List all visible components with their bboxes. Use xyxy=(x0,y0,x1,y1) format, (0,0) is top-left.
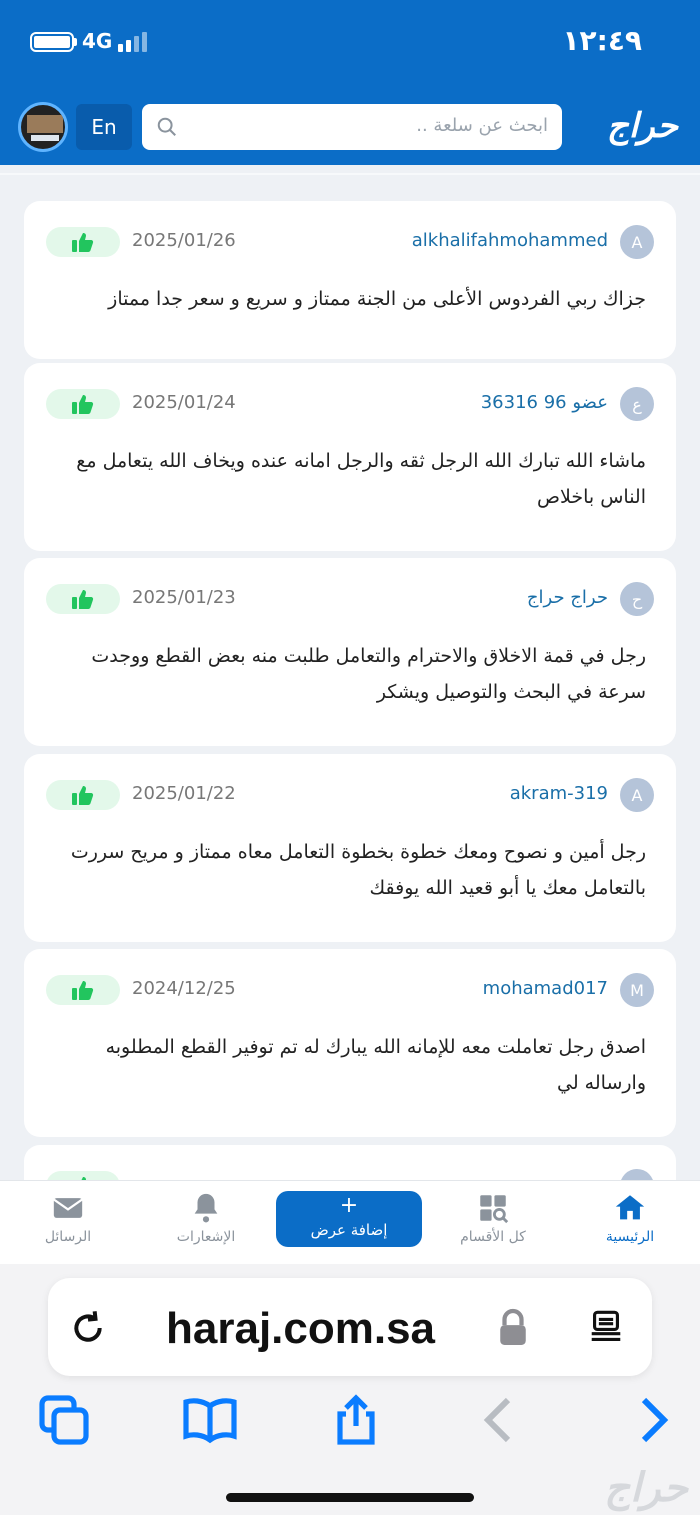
review-avatar[interactable]: A xyxy=(620,225,654,259)
url-text[interactable]: haraj.com.sa xyxy=(166,1304,435,1354)
language-button[interactable]: En xyxy=(76,104,132,150)
review-date: 2025/01/23 xyxy=(132,587,236,608)
envelope-icon xyxy=(53,1198,83,1218)
browser-chrome: haraj.com.sa حراج xyxy=(0,1264,700,1515)
share-icon[interactable] xyxy=(328,1392,384,1448)
review-card[interactable]: 2025/01/24 عضو 96 36316 ع ماشاء الله تبارك … xyxy=(24,363,676,551)
signal-icon xyxy=(118,32,147,52)
review-text: رجل في قمة الاخلاق والاحترام والتعامل طل… xyxy=(91,645,646,703)
review-username[interactable]: حراج حراج xyxy=(527,587,608,608)
watermark-logo: حراج xyxy=(604,1464,688,1511)
tabs-icon[interactable] xyxy=(36,1392,92,1448)
review-card[interactable]: 2025/01/23 حراج حراج ح رجل في قمة الاخلاق و… xyxy=(24,558,676,746)
network-type: 4G xyxy=(82,29,113,53)
app-header: 4G ١٢:٤٩ En ابحث عن سلعة .. حراج xyxy=(0,0,700,165)
like-badge xyxy=(46,389,120,419)
review-text: ماشاء الله تبارك الله الرجل ثقه والرجل ا… xyxy=(76,450,646,508)
thumbs-up-icon xyxy=(72,786,94,805)
review-text: رجل أمين و نصوح ومعك خطوة بخطوة التعامل … xyxy=(70,841,646,899)
review-avatar[interactable]: ع xyxy=(620,387,654,421)
search-icon xyxy=(157,117,176,136)
nav-messages[interactable]: الرسائل xyxy=(8,1191,128,1257)
thumbs-up-icon xyxy=(72,981,94,1000)
categories-icon xyxy=(480,1195,509,1224)
add-offer-button[interactable]: + إضافة عرض xyxy=(276,1191,422,1247)
address-bar[interactable]: haraj.com.sa xyxy=(48,1278,652,1376)
home-indicator xyxy=(226,1493,474,1502)
review-card[interactable]: 2025/01/26 alkhalifahmohammed A جزاك ربي ال… xyxy=(24,201,676,359)
forward-icon[interactable] xyxy=(624,1392,680,1448)
search-input[interactable]: ابحث عن سلعة .. xyxy=(142,104,562,150)
review-avatar[interactable] xyxy=(620,1169,654,1180)
review-date: 2025/01/24 xyxy=(132,392,236,413)
reload-icon[interactable] xyxy=(68,1308,108,1348)
like-badge xyxy=(46,1171,120,1180)
back-icon[interactable] xyxy=(472,1392,528,1448)
review-date: 2025/01/22 xyxy=(132,783,236,804)
like-badge xyxy=(46,584,120,614)
review-avatar[interactable]: M xyxy=(620,973,654,1007)
bookmarks-icon[interactable] xyxy=(182,1392,238,1448)
like-badge xyxy=(46,780,120,810)
nav-categories[interactable]: كل الأقسام xyxy=(433,1191,553,1257)
nav-home[interactable]: الرئيسية xyxy=(570,1191,690,1257)
status-time: ١٢:٤٩ xyxy=(562,24,642,57)
plus-icon: + xyxy=(339,1193,359,1218)
review-username[interactable]: alkhalifahmohammed xyxy=(412,230,608,251)
review-text: اصدق رجل تعاملت معه للإمانه الله يبارك ل… xyxy=(105,1036,646,1094)
lock-icon xyxy=(500,1308,526,1345)
reader-mode-icon[interactable] xyxy=(588,1308,624,1348)
bottom-nav: الرئيسية كل الأقسام + إضافة عرض الإشعارا… xyxy=(0,1180,700,1264)
search-placeholder: ابحث عن سلعة .. xyxy=(416,115,548,136)
review-card[interactable] xyxy=(24,1145,676,1180)
review-text: جزاك ربي الفردوس الأعلى من الجنة ممتاز و… xyxy=(108,288,646,310)
review-username[interactable]: akram-319 xyxy=(510,783,608,804)
review-avatar[interactable]: ح xyxy=(620,582,654,616)
review-date: 2025/01/26 xyxy=(132,230,236,251)
review-username[interactable]: mohamad017 xyxy=(483,978,608,999)
bell-icon xyxy=(194,1193,218,1223)
like-badge xyxy=(46,975,120,1005)
thumbs-up-icon xyxy=(72,590,94,609)
reviews-list[interactable]: 2025/01/26 alkhalifahmohammed A جزاك ربي ال… xyxy=(0,165,700,1180)
review-avatar[interactable]: A xyxy=(620,778,654,812)
battery-icon xyxy=(30,32,74,52)
thumbs-up-icon xyxy=(72,233,94,252)
home-icon xyxy=(615,1195,645,1220)
like-badge xyxy=(46,227,120,257)
thumbs-up-icon xyxy=(72,395,94,414)
nav-notifications[interactable]: الإشعارات xyxy=(146,1191,266,1257)
review-date: 2024/12/25 xyxy=(132,978,236,999)
profile-avatar[interactable] xyxy=(18,102,68,152)
review-username[interactable]: عضو 96 36316 xyxy=(481,392,608,413)
haraj-logo[interactable]: حراج xyxy=(607,106,678,146)
review-card[interactable]: 2024/12/25 mohamad017 M اصدق رجل تعاملت معه… xyxy=(24,949,676,1137)
review-card[interactable]: 2025/01/22 akram-319 A رجل أمين و نصوح ومعك… xyxy=(24,754,676,942)
